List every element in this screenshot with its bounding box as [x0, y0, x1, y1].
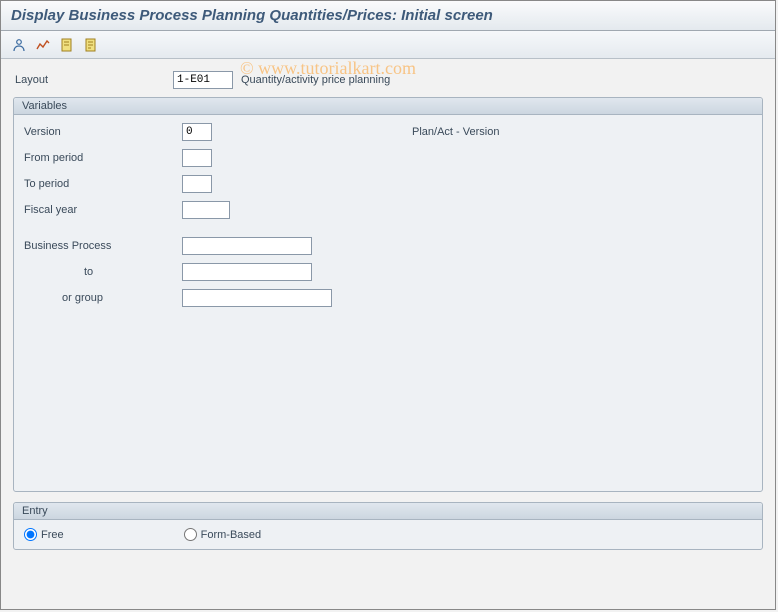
entry-groupbox: Entry Free Form-Based	[13, 502, 763, 550]
entry-title: Entry	[14, 503, 762, 520]
business-process-label: Business Process	[22, 240, 182, 252]
entry-form-based-radio[interactable]: Form-Based	[184, 528, 262, 541]
title-bar: Display Business Process Planning Quanti…	[1, 1, 775, 31]
layout-input[interactable]	[173, 71, 233, 89]
bp-to-label: to	[22, 266, 182, 278]
version-row: Version Plan/Act - Version	[22, 121, 754, 143]
entry-body: Free Form-Based	[14, 520, 762, 549]
version-desc: Plan/Act - Version	[412, 126, 499, 138]
bp-group-label: or group	[22, 292, 182, 304]
fiscal-year-row: Fiscal year	[22, 199, 754, 221]
business-process-input[interactable]	[182, 237, 312, 255]
layout-row: Layout Quantity/activity price planning	[13, 69, 763, 91]
toolbar	[1, 31, 775, 59]
to-period-label: To period	[22, 178, 182, 190]
bp-group-input[interactable]	[182, 289, 332, 307]
from-period-row: From period	[22, 147, 754, 169]
fiscal-year-label: Fiscal year	[22, 204, 182, 216]
layout-label: Layout	[13, 74, 173, 86]
bp-to-row: to	[22, 261, 754, 283]
screen-title: Display Business Process Planning Quanti…	[11, 7, 493, 24]
entry-free-radio[interactable]: Free	[24, 528, 64, 541]
entry-free-radio-input[interactable]	[24, 528, 37, 541]
to-period-row: To period	[22, 173, 754, 195]
overview-icon[interactable]	[33, 35, 53, 55]
entry-form-based-label: Form-Based	[201, 529, 262, 541]
document-icon[interactable]	[57, 35, 77, 55]
variables-body: Version Plan/Act - Version From period T…	[14, 115, 762, 319]
from-period-input[interactable]	[182, 149, 212, 167]
user-profile-icon[interactable]	[9, 35, 29, 55]
fiscal-year-input[interactable]	[182, 201, 230, 219]
bp-group-row: or group	[22, 287, 754, 309]
version-label: Version	[22, 126, 182, 138]
version-input[interactable]	[182, 123, 212, 141]
from-period-label: From period	[22, 152, 182, 164]
bp-to-input[interactable]	[182, 263, 312, 281]
business-process-row: Business Process	[22, 235, 754, 257]
document-alt-icon[interactable]	[81, 35, 101, 55]
entry-form-based-radio-input[interactable]	[184, 528, 197, 541]
to-period-input[interactable]	[182, 175, 212, 193]
main-window: Display Business Process Planning Quanti…	[0, 0, 776, 610]
variables-groupbox: Variables Version Plan/Act - Version Fro…	[13, 97, 763, 492]
content-area: Layout Quantity/activity price planning …	[1, 59, 775, 560]
spacer	[22, 225, 754, 235]
entry-free-label: Free	[41, 529, 64, 541]
layout-desc: Quantity/activity price planning	[241, 74, 390, 86]
variables-title: Variables	[14, 98, 762, 115]
